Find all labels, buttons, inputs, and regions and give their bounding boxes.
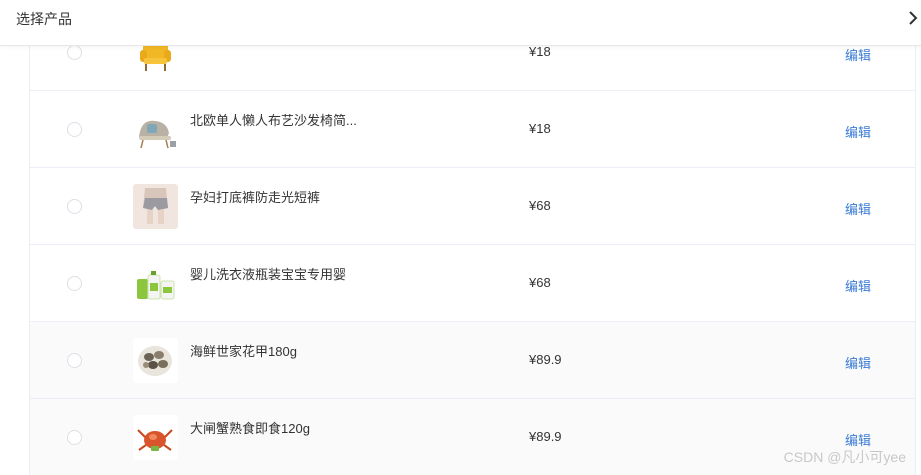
product-name: 婴儿洗衣液瓶装宝宝专用婴 xyxy=(190,267,347,282)
csdn-watermark: CSDN @凡小可yee xyxy=(783,449,906,465)
product-price: ¥68 xyxy=(529,198,551,213)
select-radio[interactable] xyxy=(67,122,82,137)
chevron-right-icon[interactable] xyxy=(905,9,921,27)
product-name: 大闸蟹熟食即食120g xyxy=(190,421,310,436)
product-thumbnail xyxy=(133,338,178,383)
select-radio[interactable] xyxy=(67,353,82,368)
product-price: ¥18 xyxy=(529,121,551,136)
select-radio[interactable] xyxy=(67,199,82,214)
product-price: ¥68 xyxy=(529,275,551,290)
product-name: 海鲜世家花甲180g xyxy=(190,344,297,359)
product-name: 孕妇打底裤防走光短裤 xyxy=(190,190,321,205)
dialog-title: 选择产品 xyxy=(16,11,72,27)
select-radio[interactable] xyxy=(67,276,82,291)
edit-link[interactable]: 编辑 xyxy=(845,276,871,295)
table-row: 北欧单人懒人布艺沙发椅简... ¥18 编辑 xyxy=(30,91,915,168)
product-thumbnail xyxy=(133,107,178,152)
product-thumbnail xyxy=(133,184,178,229)
product-name: 北欧单人懒人布艺沙发椅简... xyxy=(190,113,357,128)
edit-link[interactable]: 编辑 xyxy=(845,353,871,372)
table-row: 孕妇打底裤防走光短裤 ¥68 编辑 xyxy=(30,168,915,245)
dialog-header: 选择产品 xyxy=(0,0,921,46)
product-list: ¥18 编辑 北欧单人懒人布艺沙发椅简... ¥18 编辑 孕妇打底裤防走光短裤… xyxy=(29,14,916,475)
table-row: 大闸蟹熟食即食120g ¥89.9 编辑 xyxy=(30,399,915,475)
edit-link[interactable]: 编辑 xyxy=(845,199,871,218)
select-radio[interactable] xyxy=(67,430,82,445)
product-thumbnail xyxy=(133,415,178,460)
product-price: ¥18 xyxy=(529,44,551,59)
product-thumbnail xyxy=(133,261,178,306)
edit-link[interactable]: 编辑 xyxy=(845,122,871,141)
select-radio[interactable] xyxy=(67,45,82,60)
edit-link[interactable]: 编辑 xyxy=(845,45,871,64)
product-price: ¥89.9 xyxy=(529,429,562,444)
product-price: ¥89.9 xyxy=(529,352,562,367)
table-row: 海鲜世家花甲180g ¥89.9 编辑 xyxy=(30,322,915,399)
table-row: 婴儿洗衣液瓶装宝宝专用婴 ¥68 编辑 xyxy=(30,245,915,322)
